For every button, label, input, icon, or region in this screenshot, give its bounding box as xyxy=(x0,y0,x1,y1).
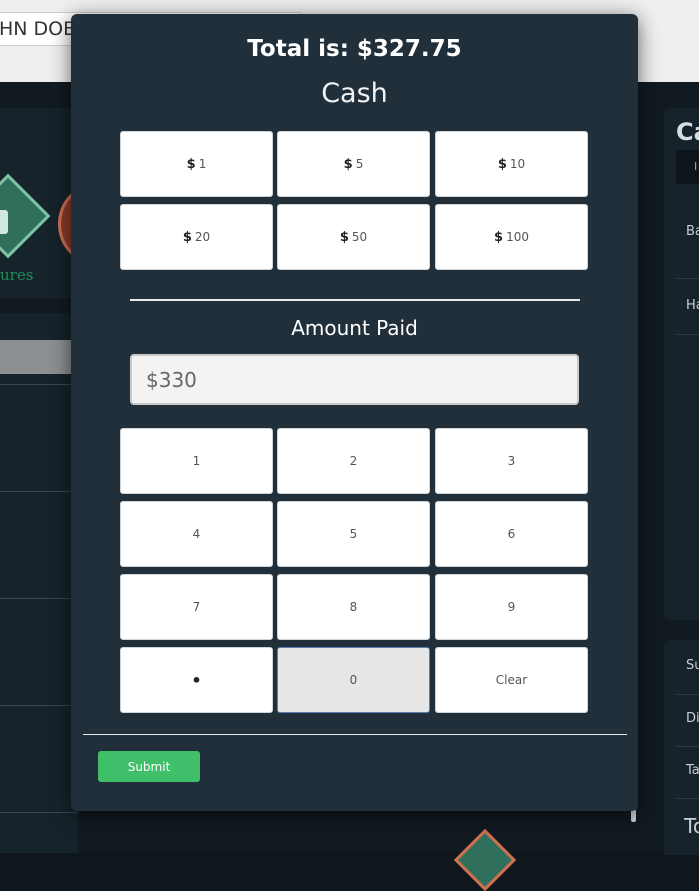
section-divider xyxy=(130,299,580,301)
keypad-4-button[interactable]: 4 xyxy=(120,501,273,567)
keypad-2-button[interactable]: 2 xyxy=(277,428,430,494)
amount-paid-input[interactable] xyxy=(130,354,579,405)
cash-payment-modal: Total is: $327.75 Cash $1 $5 $10 $20 $50… xyxy=(71,14,638,811)
cart-row: Ha xyxy=(686,298,699,313)
keypad-3-button[interactable]: 3 xyxy=(435,428,588,494)
cart-panel-tab[interactable]: I xyxy=(676,150,699,184)
cash-10-button[interactable]: $10 xyxy=(435,131,588,197)
amount-paid-label: Amount Paid xyxy=(291,316,418,340)
list-divider xyxy=(0,812,78,813)
cash-amount: 1 xyxy=(198,157,207,171)
summary-divider xyxy=(676,746,699,747)
dollar-icon: $ xyxy=(182,229,192,245)
footer-divider xyxy=(83,734,627,735)
list-divider xyxy=(0,491,78,492)
category-tile-label: ures xyxy=(0,266,34,284)
keypad-clear-button[interactable]: Clear xyxy=(435,647,588,713)
summary-divider xyxy=(676,694,699,695)
product-list-header xyxy=(0,340,78,374)
dollar-icon: $ xyxy=(186,156,196,172)
summary-row: Di xyxy=(686,711,699,726)
keypad-8-button[interactable]: 8 xyxy=(277,574,430,640)
cash-amount: 10 xyxy=(509,157,526,171)
bottle-icon xyxy=(0,210,8,234)
list-divider xyxy=(0,705,78,706)
list-divider xyxy=(0,598,78,599)
cash-1-button[interactable]: $1 xyxy=(120,131,273,197)
keypad-6-button[interactable]: 6 xyxy=(435,501,588,567)
decimal-point-icon: • xyxy=(191,670,202,690)
list-divider xyxy=(0,384,78,385)
keypad-0-button[interactable]: 0 xyxy=(277,647,430,713)
payment-method-title: Cash xyxy=(321,78,388,109)
keypad-5-button[interactable]: 5 xyxy=(277,501,430,567)
keypad-9-button[interactable]: 9 xyxy=(435,574,588,640)
cart-panel-title: Ca xyxy=(676,118,699,146)
cash-5-button[interactable]: $5 xyxy=(277,131,430,197)
cart-panel xyxy=(664,108,699,620)
keypad-7-button[interactable]: 7 xyxy=(120,574,273,640)
cash-amount: 100 xyxy=(506,230,529,244)
cart-divider xyxy=(676,278,699,279)
product-list-panel xyxy=(0,313,78,853)
cash-20-button[interactable]: $20 xyxy=(120,204,273,270)
dollar-icon: $ xyxy=(494,229,504,245)
summary-divider xyxy=(676,798,699,799)
cart-divider xyxy=(676,334,699,335)
summary-row: Ta xyxy=(686,763,699,778)
cash-amount: 20 xyxy=(194,230,211,244)
cash-amount: 5 xyxy=(355,157,364,171)
summary-row: Su xyxy=(686,658,699,673)
cart-row: Ba xyxy=(686,224,699,239)
keypad-1-button[interactable]: 1 xyxy=(120,428,273,494)
cash-50-button[interactable]: $50 xyxy=(277,204,430,270)
cash-100-button[interactable]: $100 xyxy=(435,204,588,270)
dollar-icon: $ xyxy=(339,229,349,245)
dollar-icon: $ xyxy=(343,156,353,172)
submit-button[interactable]: Submit xyxy=(98,751,200,782)
cash-amount: 50 xyxy=(351,230,368,244)
order-total: Total is: $327.75 xyxy=(247,36,462,62)
dollar-icon: $ xyxy=(497,156,507,172)
keypad-decimal-button[interactable]: • xyxy=(120,647,273,713)
summary-total: To xyxy=(684,814,699,838)
